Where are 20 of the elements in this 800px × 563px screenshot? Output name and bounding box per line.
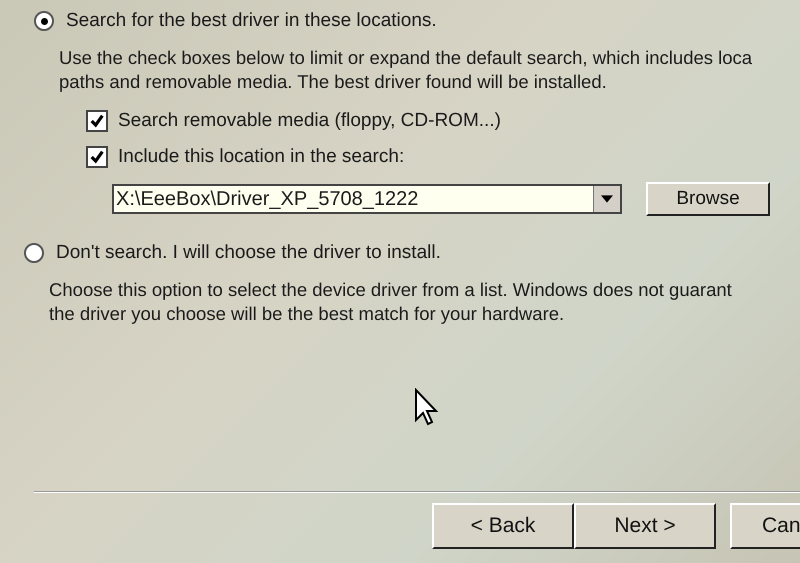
- option-label: Don't search. I will choose the driver to install.: [56, 242, 441, 264]
- radio-button[interactable]: [24, 243, 44, 263]
- checkbox-label: Search removable media (floppy, CD-ROM...): [118, 110, 501, 132]
- radio-button[interactable]: [34, 11, 54, 31]
- description-text: Use the check boxes below to limit or expand the default search, which includes loca: [59, 46, 754, 70]
- description-text: Choose this option to select the device driver from a list. Windows does not guarant: [49, 278, 733, 302]
- checkbox-label: Include this location in the search:: [118, 146, 404, 168]
- description-text: the driver you choose will be the best match for your hardware.: [49, 302, 566, 326]
- checkbox[interactable]: [86, 146, 108, 168]
- wizard-button[interactable]: Can: [730, 503, 800, 549]
- location-combo-box[interactable]: X:\EeeBox\Driver_XP_5708_1222: [112, 184, 622, 214]
- checkmark-icon: [89, 149, 105, 165]
- checkmark-icon: [89, 113, 105, 129]
- wizard-button[interactable]: < Back: [432, 503, 574, 549]
- browse-button[interactable]: Browse: [646, 182, 770, 216]
- option-label: Search for the best driver in these locations.: [66, 10, 437, 32]
- mouse-pointer-icon: [414, 388, 438, 426]
- wizard-button[interactable]: Next >: [574, 503, 716, 549]
- checkbox[interactable]: [86, 110, 108, 132]
- description-text: paths and removable media. The best driver found will be installed.: [59, 70, 608, 94]
